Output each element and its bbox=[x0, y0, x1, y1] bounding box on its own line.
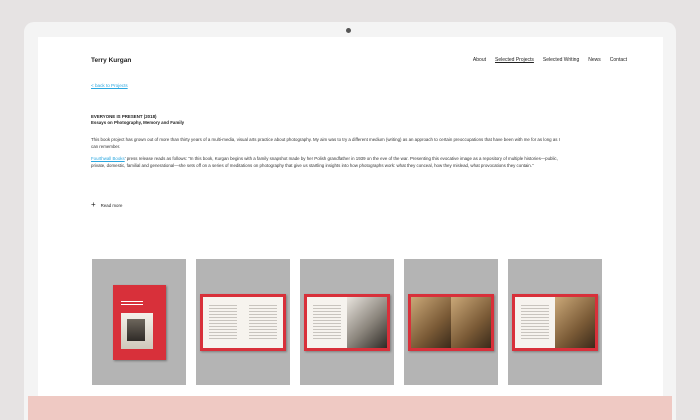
nav-selected-writing[interactable]: Selected Writing bbox=[543, 57, 579, 63]
book-spread-image bbox=[304, 293, 390, 351]
nav-selected-projects[interactable]: Selected Projects bbox=[495, 57, 534, 63]
spread-left-page bbox=[203, 296, 243, 348]
nav-news[interactable]: News bbox=[588, 57, 601, 63]
spread-right-photo bbox=[347, 296, 387, 348]
gallery-item-spread-1[interactable] bbox=[196, 259, 290, 385]
camera-dot bbox=[346, 28, 351, 33]
read-more-label: Read more bbox=[100, 202, 123, 208]
gallery-item-cover[interactable] bbox=[92, 259, 186, 385]
gallery-item-spread-2[interactable] bbox=[300, 259, 394, 385]
gallery bbox=[92, 259, 602, 385]
gallery-item-spread-4[interactable] bbox=[508, 259, 602, 385]
spread-right-photo bbox=[555, 296, 595, 348]
project-title: EVERYONE IS PRESENT (2018) bbox=[91, 114, 157, 119]
book-spread-image bbox=[200, 293, 286, 351]
press-paragraph: Fourthwall Books' press release reads as… bbox=[91, 155, 563, 169]
gallery-item-spread-3[interactable] bbox=[404, 259, 498, 385]
plus-icon: + bbox=[91, 200, 96, 209]
nav-contact[interactable]: Contact bbox=[610, 57, 627, 63]
book-spread-image bbox=[408, 293, 494, 351]
main-nav: About Selected Projects Selected Writing… bbox=[473, 57, 627, 63]
laptop-frame: Terry Kurgan About Selected Projects Sel… bbox=[24, 22, 676, 420]
site-brand[interactable]: Terry Kurgan bbox=[91, 57, 131, 64]
spread-right-photo bbox=[451, 296, 491, 348]
book-spread-image bbox=[512, 293, 598, 351]
browser-screen: Terry Kurgan About Selected Projects Sel… bbox=[38, 37, 663, 413]
spread-left-page bbox=[515, 296, 555, 348]
project-subtitle: Essays on Photography, Memory and Family bbox=[91, 120, 185, 125]
spread-left-photo bbox=[411, 296, 451, 348]
laptop-base bbox=[28, 396, 672, 420]
intro-paragraph: This book project has grown out of more … bbox=[91, 137, 560, 149]
fourthwall-books-link[interactable]: Fourthwall Books bbox=[91, 156, 125, 161]
nav-about[interactable]: About bbox=[473, 57, 486, 63]
spread-right-page bbox=[243, 296, 283, 348]
back-to-projects-link[interactable]: < back to Projects bbox=[91, 83, 128, 88]
press-text: ' press release reads as follows: "In th… bbox=[91, 156, 558, 168]
spread-left-page bbox=[307, 296, 347, 348]
read-more-button[interactable]: + Read more bbox=[91, 200, 123, 209]
cover-photo bbox=[120, 312, 153, 349]
cover-title-lines bbox=[120, 300, 143, 302]
book-cover-image bbox=[112, 284, 166, 360]
